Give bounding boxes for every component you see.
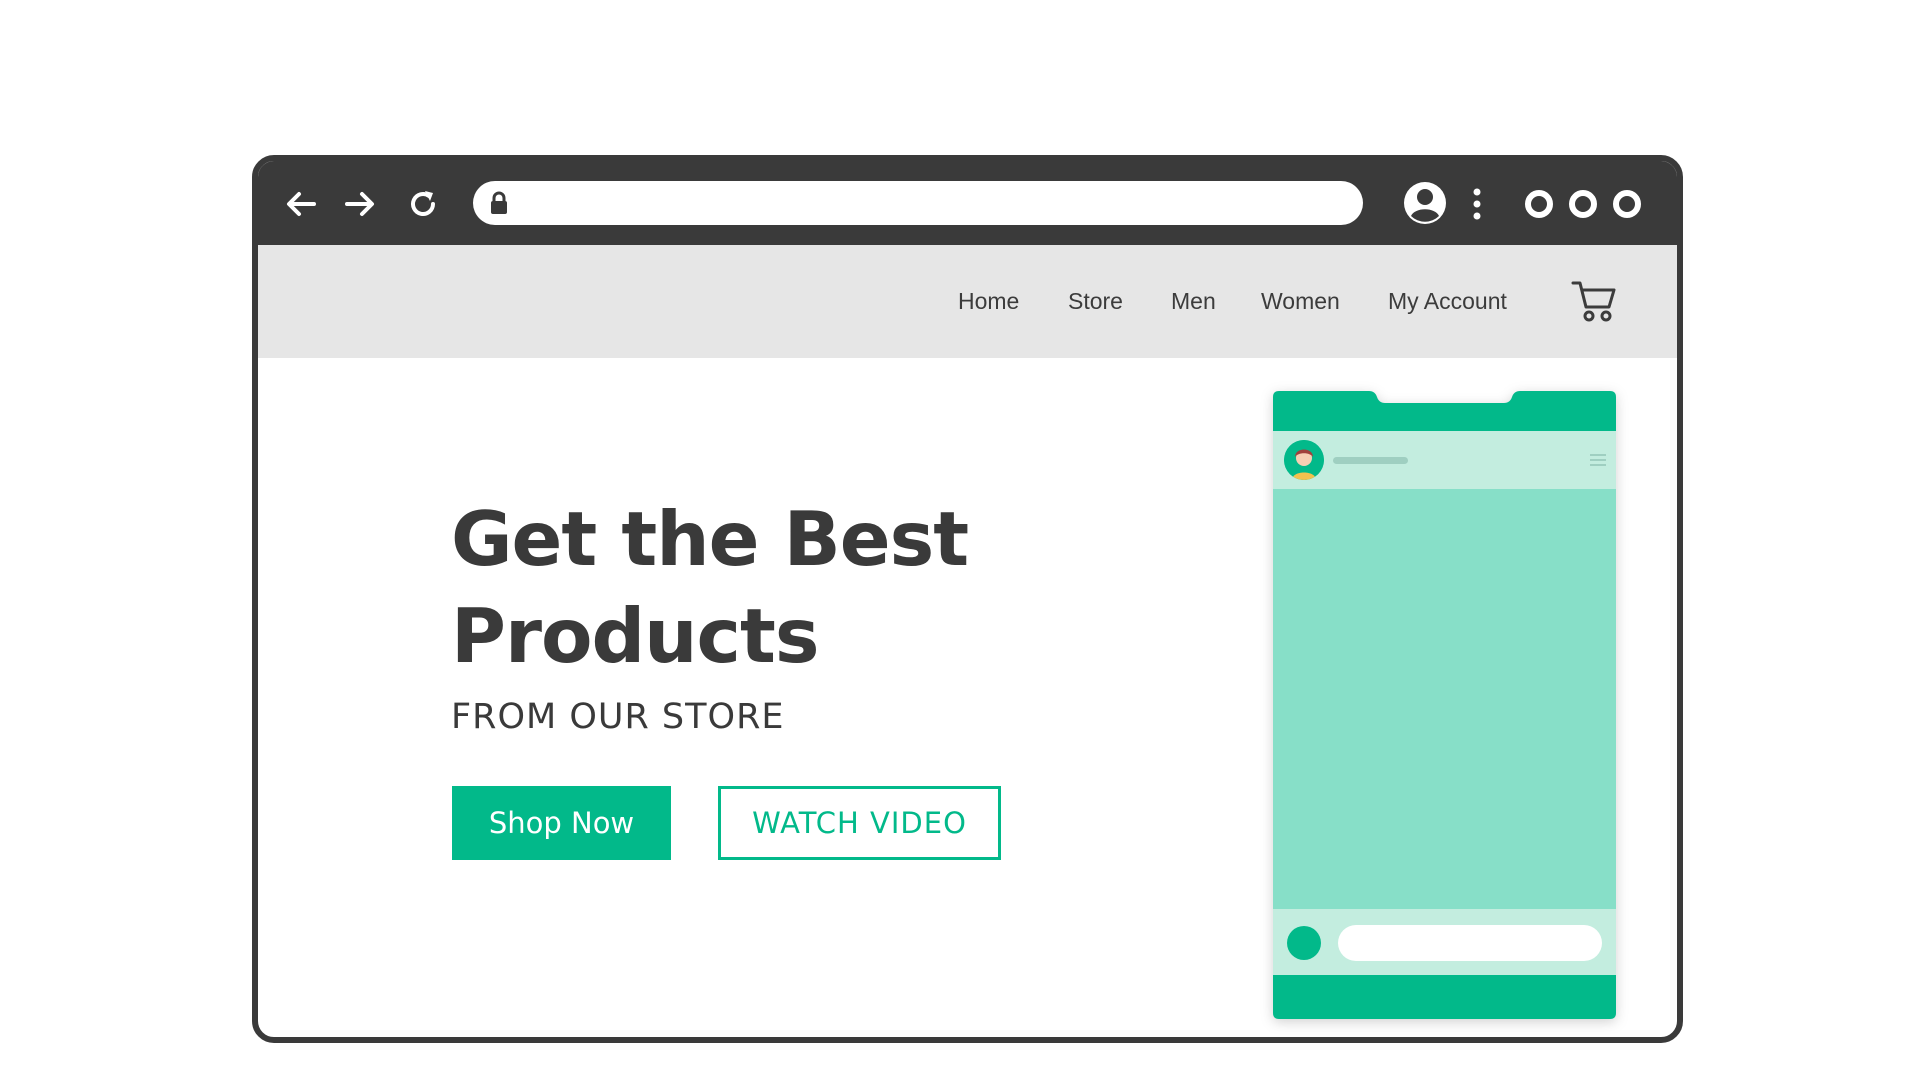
user-avatar-icon	[1284, 440, 1324, 480]
phone-composer	[1273, 909, 1616, 975]
nav-link-store[interactable]: Store	[1068, 245, 1123, 358]
hero-title-line-1: Get the Best	[451, 495, 969, 583]
address-input[interactable]	[525, 181, 1343, 225]
site-nav: Home Store Men Women My Account	[258, 245, 1677, 358]
lock-icon	[489, 191, 509, 215]
phone-mockup	[1273, 391, 1616, 1019]
hamburger-icon[interactable]	[1590, 453, 1606, 467]
window-control-icon[interactable]	[1612, 189, 1642, 219]
phone-screen	[1273, 431, 1616, 975]
nav-link-women[interactable]: Women	[1261, 245, 1340, 358]
hero-title: Get the Best Products	[451, 491, 1151, 685]
composer-avatar-dot	[1287, 926, 1321, 960]
nav-link-my-account[interactable]: My Account	[1388, 245, 1507, 358]
shop-now-button[interactable]: Shop Now	[452, 786, 671, 860]
address-bar[interactable]	[473, 181, 1363, 225]
forward-arrow-icon[interactable]	[343, 187, 377, 221]
hero-subtitle: FROM OUR STORE	[451, 697, 785, 737]
watch-video-button[interactable]: WATCH VIDEO	[718, 786, 1001, 860]
cart-icon[interactable]	[1571, 279, 1617, 323]
phone-post-header	[1273, 431, 1616, 489]
composer-input[interactable]	[1338, 925, 1602, 961]
nav-link-home[interactable]: Home	[958, 245, 1019, 358]
user-circle-icon[interactable]	[1403, 181, 1447, 225]
reload-icon[interactable]	[406, 187, 440, 221]
username-placeholder-bar	[1333, 457, 1408, 464]
browser-toolbar	[258, 161, 1677, 245]
back-arrow-icon[interactable]	[284, 187, 318, 221]
browser-window: Home Store Men Women My Account Get the …	[252, 155, 1683, 1043]
window-control-icon[interactable]	[1524, 189, 1554, 219]
kebab-menu-icon[interactable]	[1472, 187, 1482, 221]
nav-link-men[interactable]: Men	[1171, 245, 1216, 358]
window-control-icon[interactable]	[1568, 189, 1598, 219]
hero-title-line-2: Products	[451, 592, 820, 680]
